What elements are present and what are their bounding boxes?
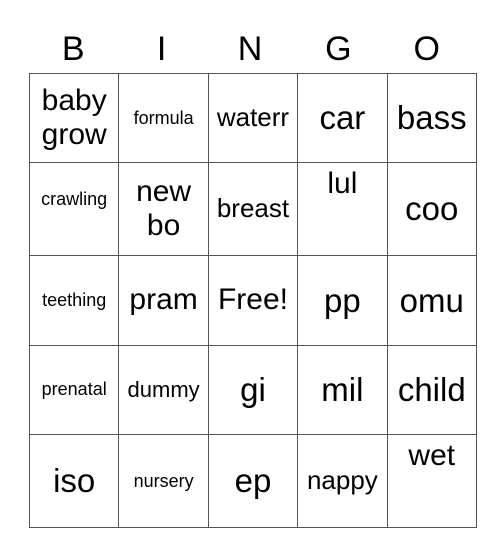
bingo-cell[interactable]: iso xyxy=(28,433,120,528)
bingo-cell[interactable]: gi xyxy=(207,344,299,435)
bingo-cell[interactable]: bass xyxy=(386,72,477,164)
grid-row: iso nursery ep nappy wet xyxy=(28,433,477,528)
bingo-cell[interactable]: wet xyxy=(386,433,477,528)
bingo-cell[interactable]: crawling xyxy=(28,162,120,257)
free-space-cell[interactable]: Free! xyxy=(207,255,299,346)
grid-row: baby grow formula waterr car bass xyxy=(28,72,477,164)
header-letter-g: G xyxy=(325,30,352,68)
bingo-cell[interactable]: nursery xyxy=(118,433,209,528)
bingo-cell[interactable]: new bo xyxy=(118,162,209,257)
header-letter-b: B xyxy=(61,30,85,68)
bingo-cell[interactable]: waterr xyxy=(207,72,299,164)
header-letter-i: I xyxy=(156,30,167,68)
bingo-cell[interactable]: teething xyxy=(28,255,120,346)
bingo-cell[interactable]: pp xyxy=(297,255,388,346)
bingo-cell[interactable]: pram xyxy=(118,255,209,346)
header-letter-o: O xyxy=(413,30,440,68)
bingo-header: B I N G O xyxy=(29,26,471,73)
bingo-cell[interactable]: ep xyxy=(207,433,299,528)
bingo-cell[interactable]: nappy xyxy=(297,433,388,528)
bingo-cell[interactable]: lul xyxy=(297,162,388,257)
grid-row: crawling new bo breast lul coo xyxy=(28,162,477,257)
bingo-cell[interactable]: dummy xyxy=(118,344,209,435)
bingo-cell[interactable]: car xyxy=(297,72,388,164)
bingo-cell[interactable]: breast xyxy=(207,162,299,257)
grid-row: teething pram Free! pp omu xyxy=(28,255,477,346)
header-letter-n: N xyxy=(237,30,263,68)
bingo-cell[interactable]: formula xyxy=(118,72,209,164)
grid-row: prenatal dummy gi mil child xyxy=(28,344,477,435)
bingo-cell[interactable]: prenatal xyxy=(28,344,120,435)
bingo-cell[interactable]: child xyxy=(386,344,477,435)
bingo-cell[interactable]: coo xyxy=(386,162,477,257)
bingo-cell[interactable]: omu xyxy=(386,255,477,346)
bingo-cell[interactable]: mil xyxy=(297,344,388,435)
bingo-grid: baby grow formula waterr car bass crawli… xyxy=(28,72,477,528)
bingo-cell[interactable]: baby grow xyxy=(28,72,120,164)
